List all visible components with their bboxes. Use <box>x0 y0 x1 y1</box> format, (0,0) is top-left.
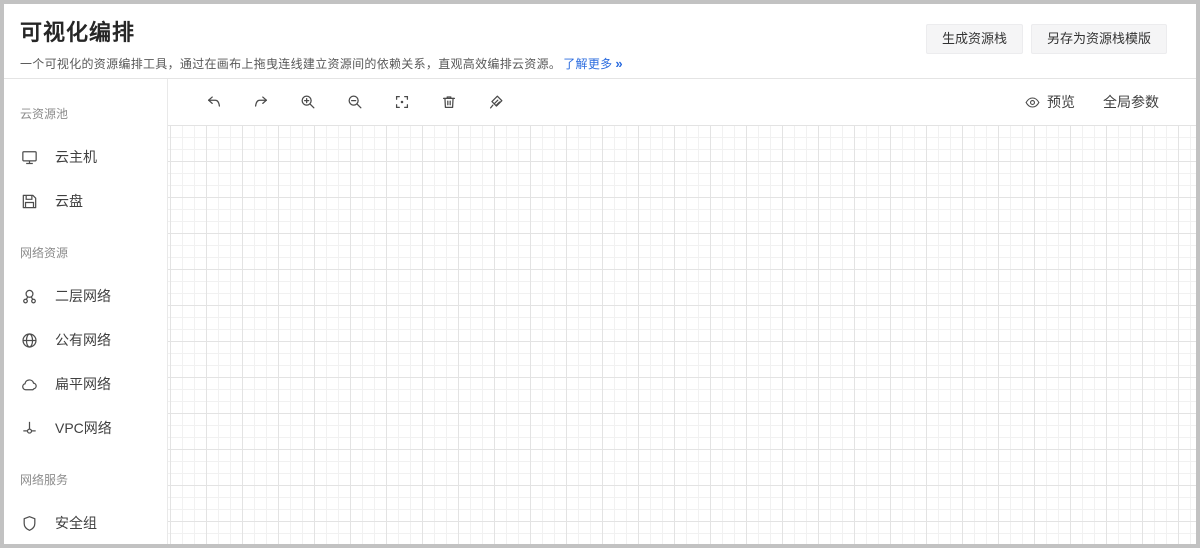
learn-more-link[interactable]: 了解更多 <box>563 57 612 71</box>
section-label: 网络资源 <box>4 244 167 262</box>
sidebar-item-label: 公有网络 <box>55 330 111 350</box>
sidebar-item-flat-network[interactable]: 扁平网络 <box>4 362 167 406</box>
canvas-toolbar-right: 预览 全局参数 <box>1024 92 1159 112</box>
fit-view-icon[interactable] <box>393 93 411 111</box>
section-label: 云资源池 <box>4 105 167 123</box>
canvas-tools <box>205 93 505 111</box>
sidebar-item-cloud-host[interactable]: 云主机 <box>4 135 167 179</box>
sidebar-item-label: 云主机 <box>55 147 97 167</box>
page-description-text: 一个可视化的资源编排工具，通过在画布上拖曳连线建立资源间的依赖关系，直观高效编排… <box>20 57 561 71</box>
zoom-out-icon[interactable] <box>346 93 364 111</box>
double-chevron-icon[interactable]: » <box>615 56 621 71</box>
preview-label: 预览 <box>1047 92 1075 112</box>
page-description: 一个可视化的资源编排工具，通过在画布上拖曳连线建立资源间的依赖关系，直观高效编排… <box>20 55 1196 72</box>
sidebar-item-label: VPC网络 <box>55 418 112 438</box>
sidebar-item-l2-network[interactable]: 二层网络 <box>4 274 167 318</box>
header-actions: 生成资源栈 另存为资源栈模版 <box>926 24 1167 54</box>
flat-network-icon <box>20 375 39 394</box>
sidebar-item-cloud-disk[interactable]: 云盘 <box>4 179 167 223</box>
global-params-button[interactable]: 全局参数 <box>1103 92 1159 112</box>
zoom-in-icon[interactable] <box>299 93 317 111</box>
vpc-network-icon <box>20 419 39 438</box>
sidebar-item-label: 二层网络 <box>55 286 111 306</box>
preview-button[interactable]: 预览 <box>1024 92 1075 112</box>
delete-icon[interactable] <box>440 93 458 111</box>
canvas-grid[interactable] <box>168 125 1196 544</box>
clear-canvas-icon[interactable] <box>487 93 505 111</box>
main-area: 云资源池 云主机 <box>4 79 1196 544</box>
sidebar-item-security-group[interactable]: 安全组 <box>4 501 167 544</box>
visual-orchestration-page: 可视化编排 一个可视化的资源编排工具，通过在画布上拖曳连线建立资源间的依赖关系，… <box>4 4 1196 544</box>
eye-icon <box>1024 94 1041 111</box>
sidebar-item-vpc-network[interactable]: VPC网络 <box>4 406 167 450</box>
sidebar-item-public-network[interactable]: 公有网络 <box>4 318 167 362</box>
sidebar-item-label: 云盘 <box>55 191 83 211</box>
security-group-icon <box>20 514 39 533</box>
redo-icon[interactable] <box>252 93 270 111</box>
l2-network-icon <box>20 287 39 306</box>
generate-stack-button[interactable]: 生成资源栈 <box>926 24 1023 54</box>
sidebar-section-cloud-pool: 云资源池 云主机 <box>4 105 167 223</box>
cloud-host-icon <box>20 148 39 167</box>
page-header: 可视化编排 一个可视化的资源编排工具，通过在画布上拖曳连线建立资源间的依赖关系，… <box>4 4 1196 79</box>
sidebar-section-network-services: 网络服务 安全组 <box>4 471 167 544</box>
save-as-template-button[interactable]: 另存为资源栈模版 <box>1031 24 1167 54</box>
undo-icon[interactable] <box>205 93 223 111</box>
cloud-disk-icon <box>20 192 39 211</box>
canvas-toolbar: 预览 全局参数 <box>168 79 1196 125</box>
section-label: 网络服务 <box>4 471 167 489</box>
sidebar-item-label: 安全组 <box>55 513 97 533</box>
orchestration-canvas: 预览 全局参数 <box>168 79 1196 544</box>
resource-sidebar: 云资源池 云主机 <box>4 79 168 544</box>
public-network-icon <box>20 331 39 350</box>
sidebar-section-network-resources: 网络资源 二层网络 <box>4 244 167 450</box>
sidebar-item-label: 扁平网络 <box>55 374 111 394</box>
